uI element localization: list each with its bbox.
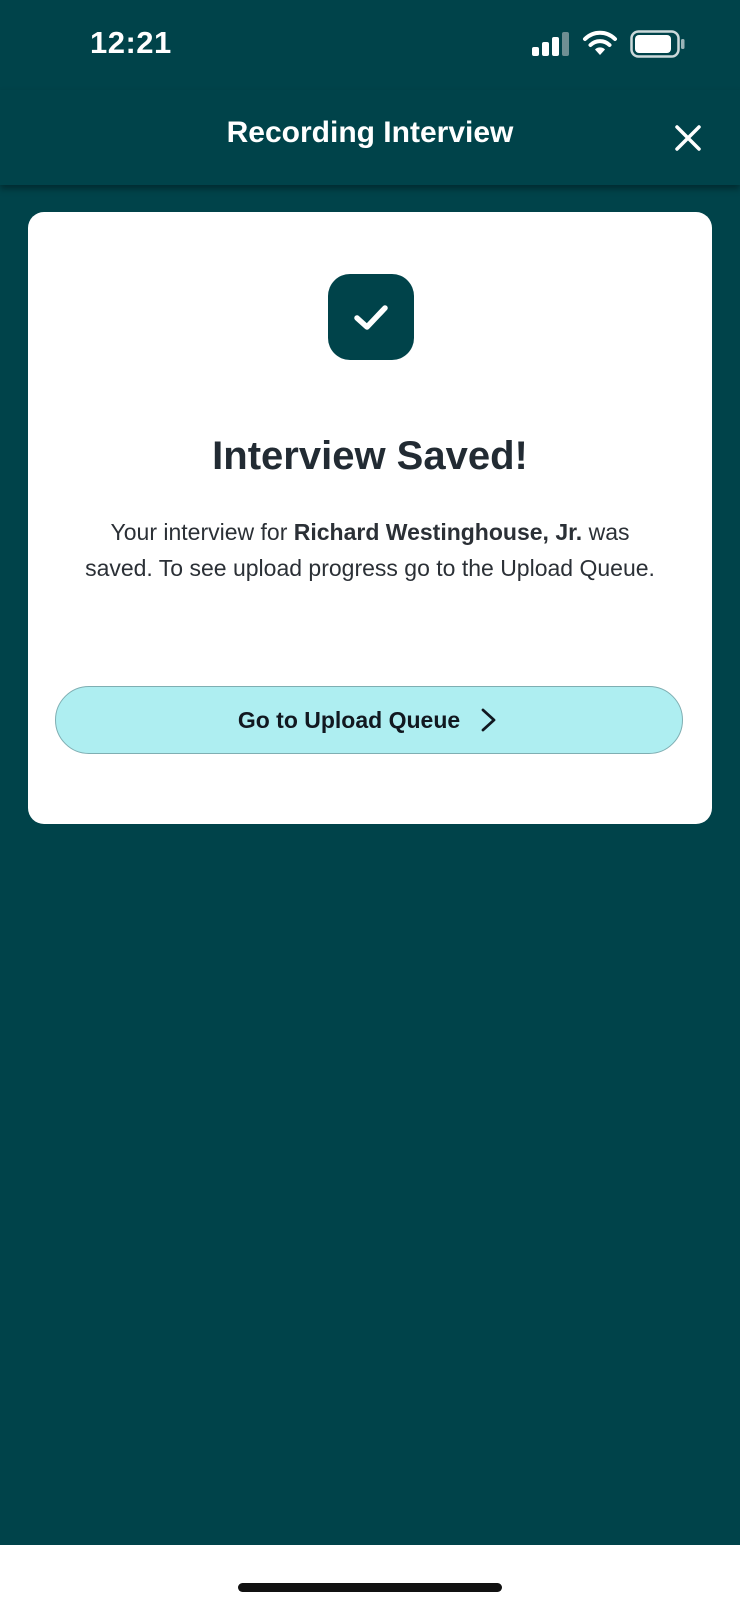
wifi-icon (583, 30, 617, 55)
candidate-name: Richard Westinghouse, Jr. (293, 519, 583, 545)
battery-icon (630, 30, 685, 58)
card-message: Your interview for Richard Westinghouse,… (80, 514, 660, 586)
close-icon (675, 125, 701, 151)
close-button[interactable] (664, 114, 712, 162)
header-title: Recording Interview (226, 116, 514, 149)
interview-saved-card: Interview Saved! Your interview for Rich… (28, 212, 712, 824)
go-to-upload-queue-button[interactable]: Go to Upload Queue (55, 686, 683, 754)
status-bar: 12:21 (0, 0, 740, 90)
success-badge (328, 274, 414, 360)
status-time: 12:21 (90, 25, 172, 60)
home-indicator-area (0, 1545, 740, 1600)
home-indicator[interactable] (238, 1583, 502, 1592)
navigation-header: Recording Interview (0, 90, 740, 185)
cellular-signal-icon (532, 32, 569, 56)
card-title: Interview Saved! (212, 434, 528, 478)
chevron-right-icon (481, 708, 496, 732)
check-icon (354, 305, 388, 330)
upload-button-label: Go to Upload Queue (237, 706, 461, 733)
app-screen: 12:21 Recording Interview Interview Save… (0, 0, 740, 1545)
message-prefix: Your interview for (110, 519, 294, 545)
